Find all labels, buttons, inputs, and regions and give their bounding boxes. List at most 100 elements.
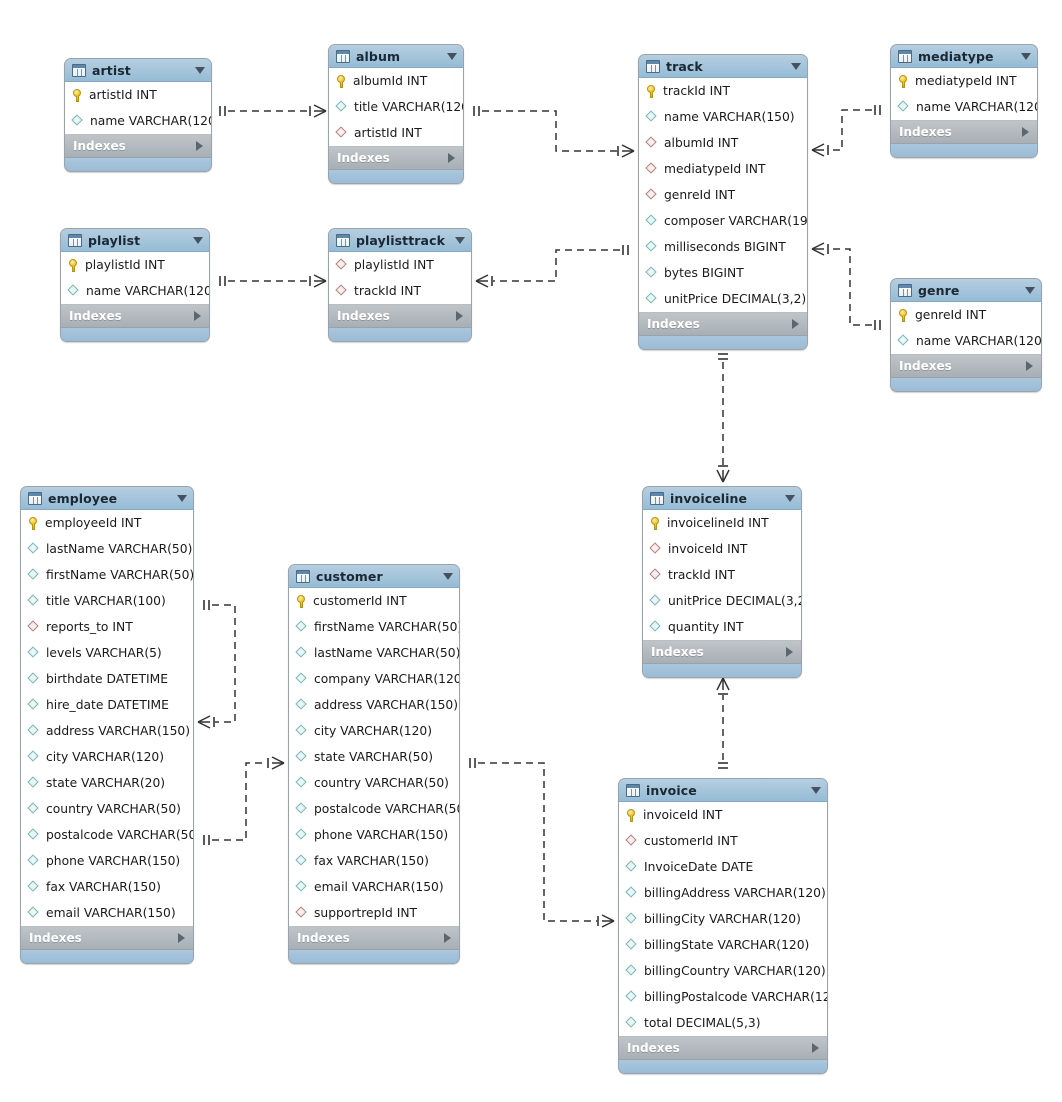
column-row[interactable]: fax VARCHAR(150): [289, 848, 459, 874]
table-header-mediatype[interactable]: mediatype: [891, 45, 1037, 68]
column-row[interactable]: bytes BIGINT: [639, 260, 807, 286]
column-row[interactable]: billingCountry VARCHAR(120): [619, 958, 827, 984]
column-row[interactable]: name VARCHAR(120): [65, 108, 211, 134]
column-row[interactable]: name VARCHAR(120): [61, 278, 209, 304]
column-row[interactable]: customerId INT: [619, 828, 827, 854]
table-header-playlist[interactable]: playlist: [61, 229, 209, 252]
column-row[interactable]: postalcode VARCHAR(50): [21, 822, 193, 848]
chevron-down-icon[interactable]: [1021, 52, 1031, 60]
table-node-employee[interactable]: employee employeeId INT lastName VARCHAR(5…: [20, 486, 194, 964]
column-row[interactable]: city VARCHAR(120): [21, 744, 193, 770]
chevron-right-icon[interactable]: [792, 319, 799, 329]
column-row[interactable]: invoiceId INT: [643, 536, 801, 562]
chevron-down-icon[interactable]: [447, 52, 457, 60]
table-header-customer[interactable]: customer: [289, 565, 459, 588]
table-node-track[interactable]: track trackId INT name VARCHAR(150) albumId…: [638, 54, 808, 350]
column-row[interactable]: title VARCHAR(100): [21, 588, 193, 614]
column-row[interactable]: mediatypeId INT: [639, 156, 807, 182]
column-row[interactable]: invoicelineId INT: [643, 510, 801, 536]
relationship-album-track[interactable]: [473, 106, 635, 158]
column-row[interactable]: fax VARCHAR(150): [21, 874, 193, 900]
column-row[interactable]: total DECIMAL(5,3): [619, 1010, 827, 1036]
column-row[interactable]: name VARCHAR(120): [891, 94, 1037, 120]
chevron-down-icon[interactable]: [193, 236, 203, 244]
relationship-artist-album[interactable]: [219, 104, 327, 118]
column-row[interactable]: billingAddress VARCHAR(120): [619, 880, 827, 906]
column-row[interactable]: billingState VARCHAR(120): [619, 932, 827, 958]
chevron-right-icon[interactable]: [196, 141, 203, 151]
column-row[interactable]: albumId INT: [329, 68, 463, 94]
indexes-section-employee[interactable]: Indexes: [21, 927, 193, 950]
column-row[interactable]: name VARCHAR(150): [639, 104, 807, 130]
table-node-customer[interactable]: customer customerId INT firstName VARCHAR(…: [288, 564, 460, 964]
column-row[interactable]: lastName VARCHAR(50): [289, 640, 459, 666]
chevron-right-icon[interactable]: [194, 311, 201, 321]
column-row[interactable]: milliseconds BIGINT: [639, 234, 807, 260]
column-row[interactable]: supportrepId INT: [289, 900, 459, 926]
column-row[interactable]: country VARCHAR(50): [289, 770, 459, 796]
table-header-invoiceline[interactable]: invoiceline: [643, 487, 801, 510]
table-node-playlist[interactable]: playlist playlistId INT name VARCHAR(120) I…: [60, 228, 210, 342]
table-header-track[interactable]: track: [639, 55, 807, 78]
column-row[interactable]: genreId INT: [639, 182, 807, 208]
chevron-down-icon[interactable]: [177, 494, 187, 502]
chevron-right-icon[interactable]: [1022, 127, 1029, 137]
table-header-genre[interactable]: genre: [891, 279, 1041, 302]
column-row[interactable]: InvoiceDate DATE: [619, 854, 827, 880]
chevron-down-icon[interactable]: [455, 236, 465, 244]
table-node-album[interactable]: album albumId INT title VARCHAR(120) artist…: [328, 44, 464, 184]
column-row[interactable]: playlistId INT: [329, 252, 471, 278]
table-node-invoice[interactable]: invoice invoiceId INT customerId INT Invoic…: [618, 778, 828, 1074]
column-row[interactable]: artistId INT: [329, 120, 463, 146]
indexes-section-genre[interactable]: Indexes: [891, 355, 1041, 378]
column-row[interactable]: firstName VARCHAR(50): [289, 614, 459, 640]
column-row[interactable]: employeeId INT: [21, 510, 193, 536]
column-row[interactable]: address VARCHAR(150): [21, 718, 193, 744]
relationship-track-genre[interactable]: [811, 242, 881, 330]
chevron-down-icon[interactable]: [785, 494, 795, 502]
er-diagram-canvas[interactable]: artist artistId INT name VARCHAR(120) Index…: [0, 0, 1062, 1102]
relationship-employee-customer[interactable]: [203, 756, 285, 845]
column-row[interactable]: composer VARCHAR(190): [639, 208, 807, 234]
column-row[interactable]: hire_date DATETIME: [21, 692, 193, 718]
chevron-down-icon[interactable]: [791, 62, 801, 70]
indexes-section-invoice[interactable]: Indexes: [619, 1037, 827, 1060]
chevron-down-icon[interactable]: [443, 572, 453, 580]
indexes-section-invoiceline[interactable]: Indexes: [643, 641, 801, 664]
table-header-employee[interactable]: employee: [21, 487, 193, 510]
column-row[interactable]: trackId INT: [643, 562, 801, 588]
table-node-artist[interactable]: artist artistId INT name VARCHAR(120) Index…: [64, 58, 212, 172]
chevron-down-icon[interactable]: [811, 786, 821, 794]
indexes-section-artist[interactable]: Indexes: [65, 135, 211, 158]
chevron-right-icon[interactable]: [444, 933, 451, 943]
chevron-down-icon[interactable]: [195, 66, 205, 74]
column-row[interactable]: invoiceId INT: [619, 802, 827, 828]
table-node-mediatype[interactable]: mediatype mediatypeId INT name VARCHAR(120…: [890, 44, 1038, 158]
chevron-right-icon[interactable]: [812, 1043, 819, 1053]
relationship-invoiceline-invoice[interactable]: [716, 677, 730, 769]
column-row[interactable]: city VARCHAR(120): [289, 718, 459, 744]
indexes-section-mediatype[interactable]: Indexes: [891, 121, 1037, 144]
indexes-section-playlist[interactable]: Indexes: [61, 305, 209, 328]
column-row[interactable]: trackId INT: [639, 78, 807, 104]
relationship-track-invoiceline[interactable]: [716, 353, 730, 483]
relationship-customer-invoice[interactable]: [469, 758, 615, 928]
relationship-track-mediatype[interactable]: [811, 105, 881, 157]
table-header-album[interactable]: album: [329, 45, 463, 68]
table-header-playlisttrack[interactable]: playlisttrack: [329, 229, 471, 252]
column-row[interactable]: levels VARCHAR(5): [21, 640, 193, 666]
indexes-section-track[interactable]: Indexes: [639, 313, 807, 336]
chevron-right-icon[interactable]: [178, 933, 185, 943]
column-row[interactable]: albumId INT: [639, 130, 807, 156]
chevron-right-icon[interactable]: [786, 647, 793, 657]
column-row[interactable]: address VARCHAR(150): [289, 692, 459, 718]
relationship-employee-employee[interactable]: [197, 600, 236, 729]
column-row[interactable]: billingPostalcode VARCHAR(120): [619, 984, 827, 1010]
table-node-playlisttrack[interactable]: playlisttrack playlistId INT trackId INT In…: [328, 228, 472, 342]
column-row[interactable]: title VARCHAR(120): [329, 94, 463, 120]
table-node-invoiceline[interactable]: invoiceline invoicelineId INT invoiceId IN…: [642, 486, 802, 678]
column-row[interactable]: firstName VARCHAR(50): [21, 562, 193, 588]
table-header-artist[interactable]: artist: [65, 59, 211, 82]
column-row[interactable]: email VARCHAR(150): [289, 874, 459, 900]
chevron-right-icon[interactable]: [448, 153, 455, 163]
